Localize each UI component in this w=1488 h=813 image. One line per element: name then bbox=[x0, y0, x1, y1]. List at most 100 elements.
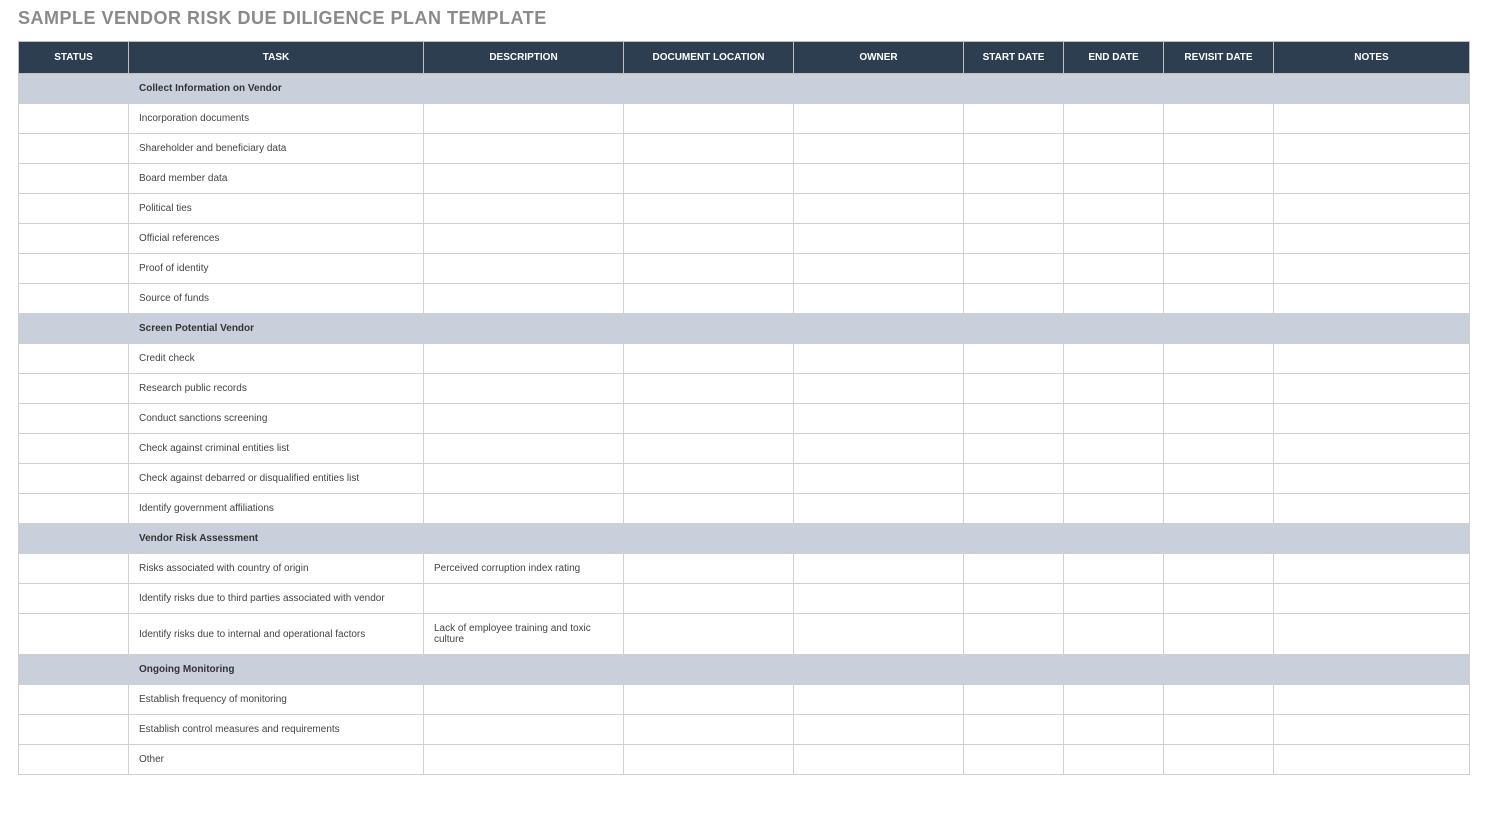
cell-notes bbox=[1274, 254, 1470, 284]
cell-document-location bbox=[624, 74, 794, 104]
cell-end-date bbox=[1064, 404, 1164, 434]
cell-notes bbox=[1274, 464, 1470, 494]
cell-start-date bbox=[964, 584, 1064, 614]
col-header-start-date: START DATE bbox=[964, 42, 1064, 74]
cell-status bbox=[19, 554, 129, 584]
table-row: Proof of identity bbox=[19, 254, 1470, 284]
cell-description bbox=[424, 464, 624, 494]
cell-task: Screen Potential Vendor bbox=[129, 314, 424, 344]
cell-revisit-date bbox=[1164, 614, 1274, 655]
cell-status bbox=[19, 685, 129, 715]
cell-description bbox=[424, 314, 624, 344]
cell-description bbox=[424, 524, 624, 554]
cell-description bbox=[424, 194, 624, 224]
cell-description bbox=[424, 104, 624, 134]
cell-task: Collect Information on Vendor bbox=[129, 74, 424, 104]
cell-revisit-date bbox=[1164, 104, 1274, 134]
cell-description bbox=[424, 374, 624, 404]
cell-owner bbox=[794, 224, 964, 254]
col-header-end-date: END DATE bbox=[1064, 42, 1164, 74]
cell-start-date bbox=[964, 404, 1064, 434]
cell-notes bbox=[1274, 584, 1470, 614]
cell-end-date bbox=[1064, 494, 1164, 524]
cell-revisit-date bbox=[1164, 554, 1274, 584]
cell-owner bbox=[794, 745, 964, 775]
cell-start-date bbox=[964, 104, 1064, 134]
cell-owner bbox=[794, 194, 964, 224]
cell-owner bbox=[794, 434, 964, 464]
cell-revisit-date bbox=[1164, 314, 1274, 344]
cell-notes bbox=[1274, 494, 1470, 524]
cell-notes bbox=[1274, 715, 1470, 745]
cell-start-date bbox=[964, 524, 1064, 554]
cell-revisit-date bbox=[1164, 745, 1274, 775]
cell-owner bbox=[794, 584, 964, 614]
cell-document-location bbox=[624, 374, 794, 404]
cell-description bbox=[424, 224, 624, 254]
col-header-document-location: DOCUMENT LOCATION bbox=[624, 42, 794, 74]
cell-owner bbox=[794, 254, 964, 284]
table-row: Research public records bbox=[19, 374, 1470, 404]
cell-description: Perceived corruption index rating bbox=[424, 554, 624, 584]
cell-status bbox=[19, 494, 129, 524]
cell-document-location bbox=[624, 314, 794, 344]
cell-description: Lack of employee training and toxic cult… bbox=[424, 614, 624, 655]
cell-task: Identify government affiliations bbox=[129, 494, 424, 524]
cell-notes bbox=[1274, 434, 1470, 464]
cell-task: Establish frequency of monitoring bbox=[129, 685, 424, 715]
cell-notes bbox=[1274, 404, 1470, 434]
cell-task: Official references bbox=[129, 224, 424, 254]
cell-start-date bbox=[964, 224, 1064, 254]
cell-start-date bbox=[964, 655, 1064, 685]
cell-description bbox=[424, 494, 624, 524]
cell-end-date bbox=[1064, 655, 1164, 685]
cell-document-location bbox=[624, 284, 794, 314]
cell-start-date bbox=[964, 74, 1064, 104]
cell-end-date bbox=[1064, 554, 1164, 584]
cell-start-date bbox=[964, 434, 1064, 464]
cell-notes bbox=[1274, 655, 1470, 685]
cell-notes bbox=[1274, 524, 1470, 554]
cell-revisit-date bbox=[1164, 374, 1274, 404]
cell-notes bbox=[1274, 224, 1470, 254]
cell-document-location bbox=[624, 524, 794, 554]
cell-owner bbox=[794, 284, 964, 314]
table-row: Risks associated with country of originP… bbox=[19, 554, 1470, 584]
cell-end-date bbox=[1064, 464, 1164, 494]
cell-notes bbox=[1274, 745, 1470, 775]
cell-start-date bbox=[964, 614, 1064, 655]
cell-description bbox=[424, 434, 624, 464]
cell-revisit-date bbox=[1164, 715, 1274, 745]
table-row: Other bbox=[19, 745, 1470, 775]
cell-owner bbox=[794, 614, 964, 655]
cell-document-location bbox=[624, 584, 794, 614]
cell-document-location bbox=[624, 685, 794, 715]
cell-document-location bbox=[624, 745, 794, 775]
table-row: Establish frequency of monitoring bbox=[19, 685, 1470, 715]
table-row: Check against criminal entities list bbox=[19, 434, 1470, 464]
cell-start-date bbox=[964, 284, 1064, 314]
table-row: Official references bbox=[19, 224, 1470, 254]
cell-start-date bbox=[964, 745, 1064, 775]
cell-document-location bbox=[624, 224, 794, 254]
col-header-description: DESCRIPTION bbox=[424, 42, 624, 74]
cell-status bbox=[19, 715, 129, 745]
cell-revisit-date bbox=[1164, 254, 1274, 284]
cell-end-date bbox=[1064, 104, 1164, 134]
cell-description bbox=[424, 685, 624, 715]
cell-notes bbox=[1274, 614, 1470, 655]
cell-start-date bbox=[964, 374, 1064, 404]
cell-owner bbox=[794, 494, 964, 524]
cell-end-date bbox=[1064, 524, 1164, 554]
cell-revisit-date bbox=[1164, 584, 1274, 614]
cell-owner bbox=[794, 104, 964, 134]
cell-task: Credit check bbox=[129, 344, 424, 374]
cell-end-date bbox=[1064, 434, 1164, 464]
cell-task: Vendor Risk Assessment bbox=[129, 524, 424, 554]
cell-revisit-date bbox=[1164, 164, 1274, 194]
cell-owner bbox=[794, 314, 964, 344]
cell-document-location bbox=[624, 554, 794, 584]
cell-status bbox=[19, 314, 129, 344]
cell-end-date bbox=[1064, 134, 1164, 164]
table-row: Political ties bbox=[19, 194, 1470, 224]
